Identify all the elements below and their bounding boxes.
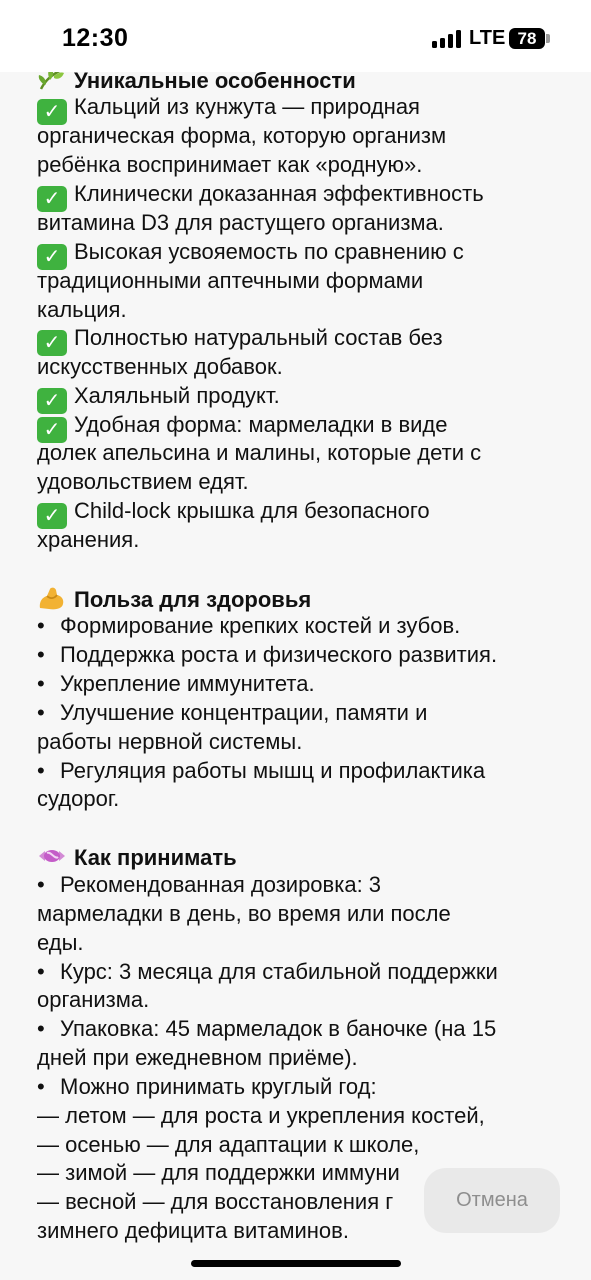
feature-item: ✓ Полностью натуральный состав без [37, 325, 443, 356]
check-mark-icon: ✓ [37, 330, 67, 356]
feature-item-line: хранения. [37, 527, 140, 552]
usage-item-line: дней при ежедневном приёме). [37, 1045, 358, 1070]
benefit-item: • Формирование крепких костей и зубов. [37, 613, 461, 638]
battery-level: 78 [509, 28, 545, 49]
feature-item-line: кальция. [37, 297, 127, 322]
usage-item-line: организма. [37, 987, 150, 1012]
check-mark-icon: ✓ [37, 503, 67, 529]
usage-item-line: зимнего дефицита витаминов. [37, 1218, 349, 1243]
usage-item: • Курс: 3 месяца для стабильной поддержки [37, 959, 498, 984]
usage-item-line: — весной — для восстановления г [37, 1189, 394, 1214]
benefit-item: • Регуляция работы мышц и профилактика [37, 758, 486, 783]
feature-item-line: традиционными аптечными формами [37, 268, 424, 293]
usage-heading: Как принимать [37, 843, 237, 871]
status-time: 12:30 [62, 24, 129, 52]
benefits-heading: Польза для здоровья [37, 585, 311, 613]
feature-item-line: искусственных добавок. [37, 354, 283, 379]
cancel-button[interactable]: Отмена [424, 1168, 560, 1233]
usage-item: • Можно принимать круглый год: [37, 1074, 377, 1099]
candy-icon [37, 843, 67, 869]
feature-item: ✓ Кальций из кунжута — природная [37, 94, 420, 125]
status-bar: 12:30 LTE 78 [0, 0, 591, 72]
usage-item-line: еды. [37, 930, 84, 955]
check-mark-icon: ✓ [37, 388, 67, 414]
battery-icon [546, 34, 550, 43]
feature-item-line: витамина D3 для растущего организма. [37, 210, 444, 235]
home-indicator[interactable] [191, 1260, 401, 1267]
benefit-item: • Укрепление иммунитета. [37, 671, 315, 696]
benefit-item: • Улучшение концентрации, памяти и [37, 700, 428, 725]
network-type: LTE [469, 27, 506, 49]
usage-item-line: — летом — для роста и укрепления костей, [37, 1103, 485, 1128]
usage-item-line: — зимой — для поддержки иммуни [37, 1160, 400, 1185]
message-content[interactable]: Уникальные особенности ✓ Кальций из кунжу… [0, 0, 591, 1280]
check-mark-icon: ✓ [37, 186, 67, 212]
check-mark-icon: ✓ [37, 244, 67, 270]
feature-item: ✓ Высокая усвояемость по сравнению с [37, 239, 464, 270]
cellular-signal-icon [432, 30, 464, 48]
feature-item: ✓ Халяльный продукт. [37, 383, 280, 414]
usage-item: • Упаковка: 45 мармеладок в баночке (на 1… [37, 1016, 497, 1041]
benefit-item: • Поддержка роста и физического развития. [37, 642, 498, 667]
check-mark-icon: ✓ [37, 99, 67, 125]
flexed-biceps-icon [37, 585, 67, 611]
feature-item-line: ребёнка воспринимает как «родную». [37, 152, 423, 177]
feature-item: ✓ Child-lock крышка для безопасного [37, 498, 430, 529]
usage-item-line: мармеладки в день, во время или после [37, 901, 451, 926]
screen: Уникальные особенности ✓ Кальций из кунжу… [0, 0, 591, 1280]
usage-item: • Рекомендованная дозировка: 3 [37, 872, 382, 897]
feature-item: ✓ Клинически доказанная эффективность [37, 181, 484, 212]
benefit-item-line: судорог. [37, 786, 120, 811]
feature-item: ✓ Удобная форма: мармеладки в виде [37, 412, 448, 443]
feature-item-line: органическая форма, которую организм [37, 123, 447, 148]
feature-item-line: удовольствием едят. [37, 469, 249, 494]
feature-item-line: долек апельсина и малины, которые дети с [37, 440, 482, 465]
benefit-item-line: работы нервной системы. [37, 729, 303, 754]
usage-item-line: — осенью — для адаптации к школе, [37, 1132, 420, 1157]
